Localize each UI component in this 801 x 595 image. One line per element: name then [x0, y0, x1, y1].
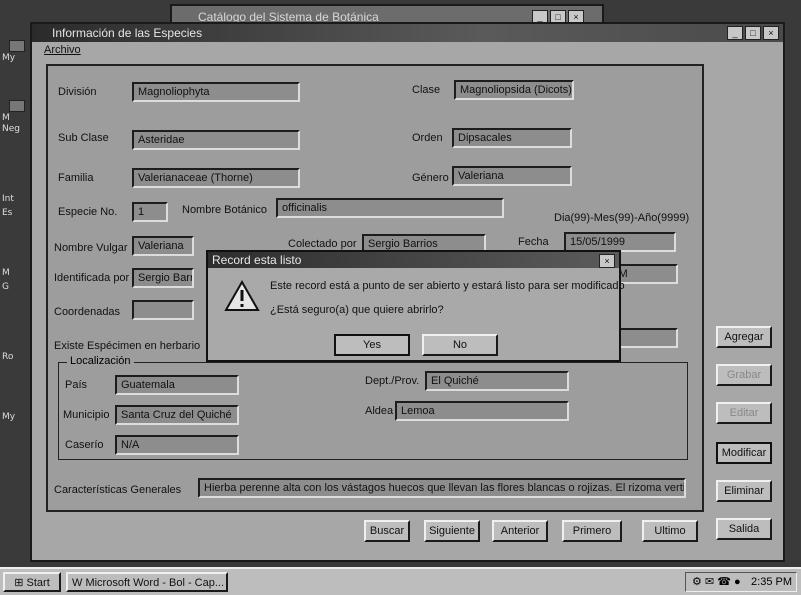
agregar-button[interactable]: Agregar — [716, 326, 772, 348]
subclase-label: Sub Clase — [58, 132, 109, 144]
desktop-icon-g[interactable]: G — [2, 282, 32, 300]
desktop-icon-documents[interactable]: M — [2, 100, 32, 123]
modificar-button[interactable]: Modificar — [716, 442, 772, 464]
colectado-label: Colectado por — [288, 238, 357, 250]
nombre-botanico-label: Nombre Botánico — [182, 204, 267, 216]
desktop-icon-label: Neg — [2, 124, 20, 134]
herbario-question-label: Existe Espécimen en herbario — [54, 340, 201, 352]
desktop-icon-network[interactable]: Neg — [2, 124, 32, 142]
salida-button[interactable]: Salida — [716, 518, 772, 540]
genero-field[interactable]: Valeriana — [452, 166, 572, 186]
dialog-title: Record esta listo — [212, 253, 302, 267]
confirm-dialog: Record esta listo × Este record está a p… — [206, 250, 625, 362]
desktop-icon-label: M — [2, 268, 10, 278]
depto-field[interactable]: El Quiché — [425, 371, 569, 391]
desktop-icon-label: G — [2, 282, 9, 292]
nombre-botanico-field[interactable]: officinalis — [276, 198, 504, 218]
ultimo-button[interactable]: Ultimo — [642, 520, 698, 542]
genero-label: Género — [412, 172, 449, 184]
coordenadas-field[interactable] — [132, 300, 194, 320]
warning-icon — [224, 280, 260, 311]
word-icon: W — [72, 577, 86, 589]
date-format-hint: Dia(99)-Mes(99)-Año(9999) — [554, 212, 690, 224]
tray-icons[interactable]: ⚙ ✉ ☎ ● — [692, 575, 741, 588]
desktop-icon-label: Es — [2, 208, 13, 218]
window-controls: _ □ × — [727, 26, 779, 40]
editar-button[interactable]: Editar — [716, 402, 772, 424]
fecha-label: Fecha — [518, 236, 549, 248]
desktop: My M Neg Int Es M G Ro My Catálogo del S… — [0, 0, 801, 595]
municipio-label: Municipio — [63, 409, 110, 421]
division-field[interactable]: Magnoliophyta — [132, 82, 300, 102]
desktop-icon-briefcase[interactable]: My — [2, 412, 32, 430]
yes-button[interactable]: Yes — [334, 334, 410, 356]
caracteristicas-field[interactable]: Hierba perenne alta con los vástagos hue… — [198, 478, 686, 498]
minimize-button[interactable]: _ — [727, 26, 743, 40]
pais-field[interactable]: Guatemala — [115, 375, 239, 395]
dialog-titlebar[interactable]: Record esta listo × — [208, 252, 619, 268]
fecha-field[interactable]: 15/05/1999 — [564, 232, 676, 252]
nombre-vulgar-field[interactable]: Valeriana — [132, 236, 194, 256]
dialog-message: Este record está a punto de ser abierto … — [270, 280, 625, 292]
clase-field[interactable]: Magnoliopsida (Dicots) — [454, 80, 574, 100]
desktop-icon-label: M — [2, 113, 10, 123]
primero-button[interactable]: Primero — [562, 520, 622, 542]
desktop-icon-label: My — [2, 412, 16, 422]
caserio-field[interactable]: N/A — [115, 435, 239, 455]
especie-no-label: Especie No. — [58, 206, 118, 218]
familia-label: Familia — [58, 172, 94, 184]
windows-logo-icon: ⊞ — [14, 577, 27, 589]
taskbar: ⊞ Start W Microsoft Word - Bol - Cap... … — [0, 567, 801, 595]
desktop-icon-label: Int — [2, 194, 14, 204]
aldea-field[interactable]: Lemoa — [395, 401, 569, 421]
familia-field[interactable]: Valerianaceae (Thorne) — [132, 168, 300, 188]
buscar-button[interactable]: Buscar — [364, 520, 410, 542]
identificada-field[interactable]: Sergio Barrios — [132, 268, 194, 288]
clase-label: Clase — [412, 84, 441, 96]
division-label: División — [58, 86, 97, 98]
window-titlebar[interactable]: Información de las Especies _ □ × — [32, 24, 783, 42]
nombre-vulgar-label: Nombre Vulgar — [54, 242, 128, 254]
taskbar-item-label: Microsoft Word - Bol - Cap... — [85, 577, 225, 589]
desktop-icon-label: My — [2, 53, 16, 63]
depto-label: Dept./Prov. — [365, 375, 420, 387]
desktop-icon-explorer[interactable]: Es — [2, 208, 32, 226]
start-label: Start — [26, 577, 50, 589]
siguiente-button[interactable]: Siguiente — [424, 520, 480, 542]
identificada-label: Identificada por — [54, 272, 130, 284]
system-tray: ⚙ ✉ ☎ ● 2:35 PM — [685, 572, 797, 592]
dialog-close-button[interactable]: × — [599, 254, 615, 268]
aldea-label: Aldea — [365, 405, 394, 417]
especie-no-field[interactable]: 1 — [132, 202, 168, 222]
caserio-label: Caserío — [65, 439, 104, 451]
menubar: Archivo — [32, 42, 783, 58]
grabar-button[interactable]: Grabar — [716, 364, 772, 386]
desktop-icon-label: Ro — [2, 352, 14, 362]
eliminar-button[interactable]: Eliminar — [716, 480, 772, 502]
localizacion-group: Localización País Guatemala Dept./Prov. … — [58, 355, 688, 460]
taskbar-item-word[interactable]: W Microsoft Word - Bol - Cap... — [66, 572, 228, 592]
no-button[interactable]: No — [422, 334, 498, 356]
municipio-field[interactable]: Santa Cruz del Quiché — [115, 405, 239, 425]
subclase-field[interactable]: Asteridae — [132, 130, 300, 150]
start-button[interactable]: ⊞ Start — [3, 572, 61, 592]
close-button[interactable]: × — [763, 26, 779, 40]
window-title: Información de las Especies — [52, 26, 203, 40]
clock[interactable]: 2:35 PM — [751, 576, 792, 588]
pais-label: País — [65, 379, 88, 391]
localizacion-legend: Localización — [67, 355, 134, 367]
orden-field[interactable]: Dipsacales — [452, 128, 572, 148]
maximize-button[interactable]: □ — [745, 26, 761, 40]
caracteristicas-label: Características Generales — [54, 484, 182, 496]
anterior-button[interactable]: Anterior — [492, 520, 548, 542]
orden-label: Orden — [412, 132, 443, 144]
dialog-question: ¿Está seguro(a) que quiere abrirlo? — [270, 304, 444, 316]
desktop-icon-my-computer[interactable]: My — [2, 40, 32, 63]
menu-archivo[interactable]: Archivo — [44, 44, 81, 56]
desktop-icon-recycle[interactable]: Ro — [2, 352, 32, 370]
coordenadas-label: Coordenadas — [54, 306, 121, 318]
